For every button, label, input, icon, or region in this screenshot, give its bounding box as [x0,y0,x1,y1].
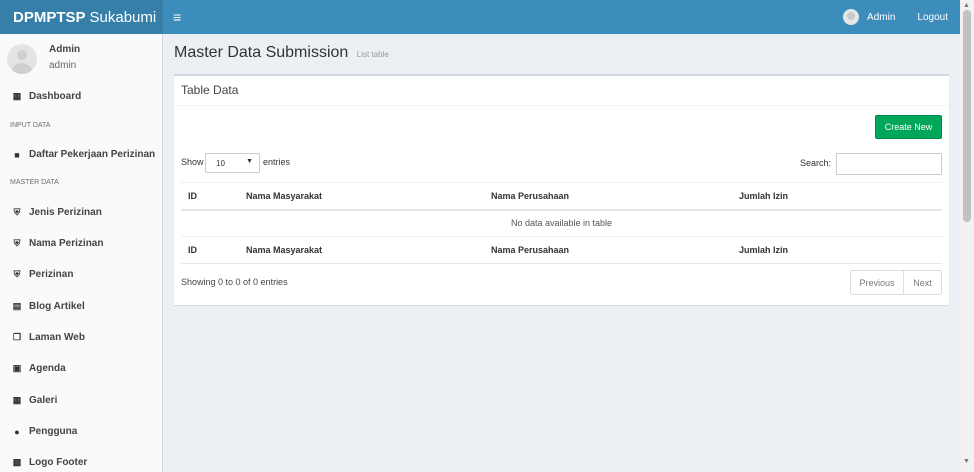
logout-link[interactable]: Logout [917,12,948,23]
sidebar-item-label: Nama Perizinan [29,238,104,249]
table-info: Showing 0 to 0 of 0 entries [181,277,288,287]
column-header-actions[interactable] [904,182,942,211]
scroll-down-icon[interactable]: ▼ [963,458,970,465]
sidebar-item-daftar-pekerjaan[interactable]: ■ Daftar Pekerjaan Perizinan [0,148,162,161]
users-icon: ● [14,426,20,437]
column-header-nama-perusahaan[interactable]: Nama Perusahaan [484,182,732,211]
sidebar-item-label: Logo Footer [29,457,88,468]
header-avatar[interactable] [843,9,860,25]
scrollbar[interactable]: ▲ ▼ [960,0,974,472]
column-footer-jumlah-izin: Jumlah Izin [732,236,904,264]
shield-icon: ⛨ [13,269,21,279]
copy-icon: ❐ [12,332,22,342]
user-name: Admin [49,44,81,55]
user-role: admin [49,60,77,71]
scroll-thumb[interactable] [963,10,971,222]
data-table: ID Nama Masyarakat Nama Perusahaan Jumla… [181,182,942,264]
column-header-nama-masyarakat[interactable]: Nama Masyarakat [239,182,484,211]
sidebar-item-perizinan[interactable]: ⛨ Perizinan [0,268,162,281]
sidebar-item-label: Jenis Perizinan [29,207,102,218]
column-header-jumlah-izin[interactable]: Jumlah Izin [732,182,904,211]
sidebar-header-input: INPUT DATA [10,122,51,129]
table-footer-row: ID Nama Masyarakat Nama Perusahaan Jumla… [181,236,942,264]
grid-icon: ▦ [12,91,22,101]
brand-bold: DPMPTSP [13,8,86,26]
next-button[interactable]: Next [904,271,941,294]
pagination: Previous Next [850,270,942,295]
page-length-select[interactable]: 10 ▼ [205,153,260,173]
box-title: Table Data [181,83,239,97]
column-footer-nama-perusahaan: Nama Perusahaan [484,236,732,264]
avatar [7,44,37,74]
scroll-up-icon[interactable]: ▲ [963,2,970,9]
column-footer-nama-masyarakat: Nama Masyarakat [239,236,484,264]
sidebar-item-label: Perizinan [29,269,74,280]
table-icon: ▦ [12,395,22,405]
menu-toggle-icon[interactable]: ≡ [173,0,181,34]
sidebar-item-laman-web[interactable]: ❐ Laman Web [0,331,162,344]
sidebar-item-label: Laman Web [29,332,85,343]
page-length-value: 10 [216,158,225,168]
sidebar-item-nama-perizinan[interactable]: ⛨ Nama Perizinan [0,237,162,250]
table-box: Table Data Create New Show 10 ▼ entries … [174,74,949,305]
sidebar-item-label: Blog Artikel [29,301,85,312]
sidebar-item-label: Dashboard [29,91,82,102]
brand-logo[interactable]: DPMPTSP Sukabumi [0,0,163,34]
sidebar-header-master: MASTER DATA [10,179,59,186]
user-panel: Admin admin [0,34,162,82]
sidebar-item-logo-footer[interactable]: ▩ Logo Footer [0,456,162,469]
column-footer-id: ID [181,236,239,264]
previous-button[interactable]: Previous [851,271,904,294]
newspaper-icon: ▤ [12,301,22,311]
briefcase-icon: ■ [14,149,20,160]
brand-rest: Sukabumi [89,8,157,26]
empty-message: No data available in table [181,209,942,237]
page-subtitle: List table [356,50,389,59]
sidebar-item-agenda[interactable]: ▣ Agenda [0,362,162,375]
sidebar-item-label: Daftar Pekerjaan Perizinan [29,149,156,160]
sidebar-item-jenis-perizinan[interactable]: ⛨ Jenis Perizinan [0,206,162,219]
table-header-row: ID Nama Masyarakat Nama Perusahaan Jumla… [181,182,942,211]
sidebar-item-label: Galeri [29,395,58,406]
sidebar-item-pengguna[interactable]: ● Pengguna [0,425,162,438]
sidebar-item-dashboard[interactable]: ▦ Dashboard [0,90,162,103]
create-new-button[interactable]: Create New [875,115,942,139]
column-footer-actions [904,236,942,264]
show-label: Show [181,157,204,167]
header-user-name[interactable]: Admin [867,12,895,23]
sidebar: Admin admin ▦ Dashboard INPUT DATA ■ Daf… [0,34,163,472]
table-row: No data available in table [181,209,942,237]
page-title: Master Data Submission List table [174,44,389,62]
search-input[interactable] [836,153,942,175]
sidebar-item-galeri[interactable]: ▦ Galeri [0,394,162,407]
page-title-text: Master Data Submission [174,44,349,61]
sidebar-item-label: Agenda [29,363,66,374]
shield-icon: ⛨ [13,238,21,248]
sidebar-item-label: Pengguna [29,426,78,437]
calendar-icon: ▣ [12,363,22,373]
sidebar-item-blog-artikel[interactable]: ▤ Blog Artikel [0,300,162,313]
chevron-down-icon: ▼ [246,158,253,165]
image-icon: ▩ [12,457,22,467]
main-header: DPMPTSP Sukabumi ≡ Admin Logout [0,0,960,34]
header-user-menu: Admin Logout [843,0,960,34]
shield-icon: ⛨ [13,207,21,217]
box-divider [174,105,949,106]
search-label: Search: [800,158,832,168]
column-header-id[interactable]: ID [181,182,239,211]
entries-label: entries [263,157,291,167]
